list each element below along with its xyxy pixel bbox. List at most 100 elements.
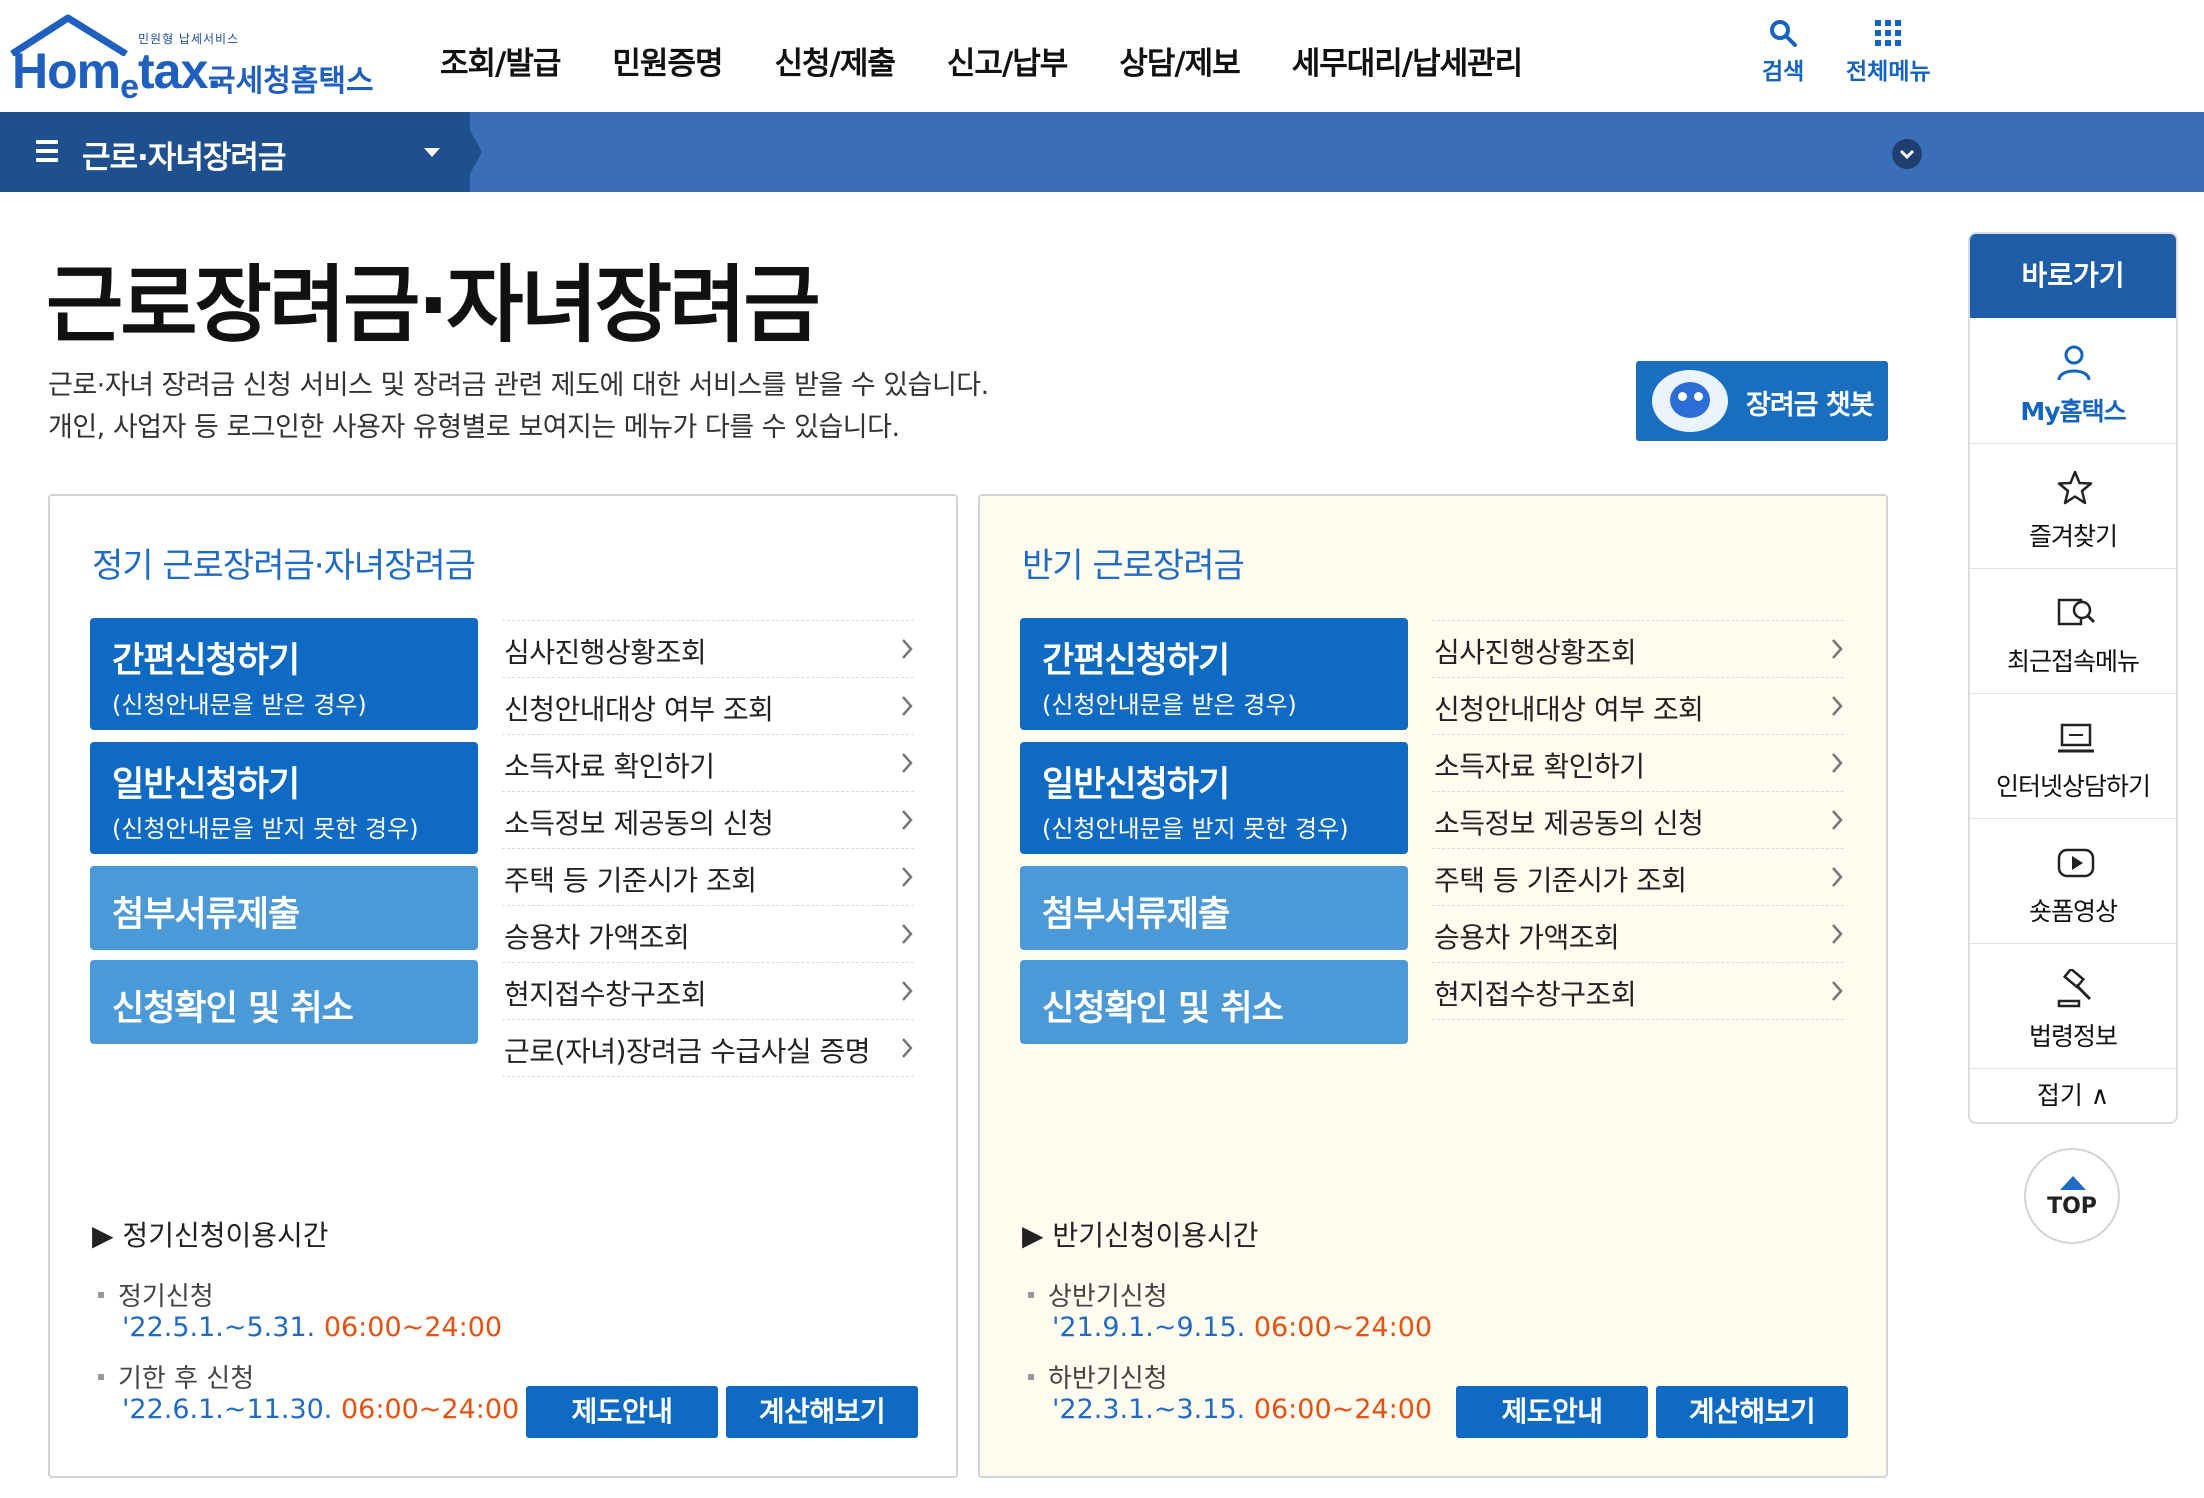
- chatbot-label: 장려금 챗봇: [1746, 390, 1875, 421]
- all-menu-label: 전체메뉴: [1846, 59, 1931, 85]
- submit-documents-button[interactable]: 첨부서류제출: [1020, 866, 1408, 950]
- submit-documents-label: 첨부서류제출: [112, 895, 300, 935]
- breadcrumb-arrow: [460, 112, 482, 192]
- hamburger-icon: [36, 140, 58, 164]
- current-menu-title: 근로·자녀장려금: [82, 140, 286, 176]
- quick-menu: 바로가기 My홈택스 즐겨찾기 최근접속메뉴 인터넷상담하기 숏폼영상 법령정보…: [1968, 232, 2178, 1124]
- simple-apply-sublabel: (신청안내문을 받은 경우): [112, 691, 367, 719]
- fold-quick-menu-button[interactable]: 접기 ∧: [1970, 1072, 2176, 1122]
- simple-apply-label: 간편신청하기: [1042, 641, 1230, 681]
- search-icon: [1770, 20, 1798, 47]
- link-label: 승용차 가액조회: [504, 921, 690, 954]
- page-description-line2: 개인, 사업자 등 로그인한 사용자 유형별로 보여지는 메뉴가 다를 수 있습…: [48, 412, 900, 443]
- quick-short-video[interactable]: 숏폼영상: [1970, 818, 2176, 944]
- chevron-right-icon: [902, 867, 913, 887]
- current-menu-selector[interactable]: 근로·자녀장려금: [0, 112, 470, 192]
- usage1-period: '21.9.1.~9.15. 06:00~24:00: [1052, 1312, 1433, 1343]
- simple-apply-label: 간편신청하기: [112, 641, 300, 681]
- link-receipt-certificate[interactable]: 근로(자녀)장려금 수급사실 증명: [502, 1020, 914, 1077]
- quick-law-info[interactable]: 법령정보: [1970, 943, 2176, 1069]
- link-review-status[interactable]: 심사진행상황조회: [502, 621, 914, 678]
- submit-documents-button[interactable]: 첨부서류제출: [90, 866, 478, 950]
- nav-item-inquiry[interactable]: 조회/발급: [440, 38, 561, 83]
- simple-apply-sublabel: (신청안내문을 받은 경우): [1042, 691, 1297, 719]
- usage2-period: '22.6.1.~11.30. 06:00~24:00: [122, 1394, 520, 1425]
- quick-menu-title: 바로가기: [1970, 234, 2176, 318]
- search-label: 검색: [1762, 59, 1805, 85]
- link-label: 소득자료 확인하기: [1434, 750, 1645, 783]
- nav-item-certificates[interactable]: 민원증명: [612, 38, 723, 83]
- system-guide-button[interactable]: 제도안내: [1456, 1386, 1648, 1438]
- quick-my-hometax[interactable]: My홈택스: [1970, 318, 2176, 444]
- scroll-to-top-button[interactable]: TOP: [2024, 1148, 2120, 1244]
- nav-item-filing[interactable]: 신고/납부: [947, 38, 1068, 83]
- calculate-button[interactable]: 계산해보기: [726, 1386, 918, 1438]
- link-eligibility-check[interactable]: 신청안내대상 여부 조회: [502, 678, 914, 735]
- all-menu-button[interactable]: 전체메뉴: [1846, 18, 1931, 86]
- user-icon: [2057, 345, 2091, 381]
- general-apply-label: 일반신청하기: [1042, 765, 1230, 805]
- hometax-logo[interactable]: 민원형 납세서비스 Hometax. 국세청홈택스: [8, 14, 374, 106]
- link-local-office[interactable]: 현지접수창구조회: [1432, 963, 1844, 1020]
- gavel-icon: [2057, 969, 2092, 1008]
- half-year-incentive-panel: 반기 근로장려금 간편신청하기 (신청안내문을 받은 경우) 일반신청하기 (신…: [978, 494, 1888, 1478]
- general-apply-label: 일반신청하기: [112, 765, 300, 805]
- link-label: 신청안내대상 여부 조회: [1434, 693, 1704, 726]
- star-icon: [2057, 470, 2093, 505]
- usage2-period: '22.3.1.~3.15. 06:00~24:00: [1052, 1394, 1433, 1425]
- general-apply-button[interactable]: 일반신청하기 (신청안내문을 받지 못한 경우): [1020, 742, 1408, 854]
- chevron-down-icon: [1899, 149, 1915, 160]
- quick-link-list: 심사진행상황조회 신청안내대상 여부 조회 소득자료 확인하기 소득정보 제공동…: [1432, 620, 1844, 1020]
- link-eligibility-check[interactable]: 신청안내대상 여부 조회: [1432, 678, 1844, 735]
- link-income-consent[interactable]: 소득정보 제공동의 신청: [502, 792, 914, 849]
- search-button[interactable]: 검색: [1762, 18, 1804, 86]
- quick-internet-consult[interactable]: 인터넷상담하기: [1970, 693, 2176, 819]
- link-label: 심사진행상황조회: [1434, 636, 1637, 669]
- submit-documents-label: 첨부서류제출: [1042, 895, 1230, 935]
- link-label: 주택 등 기준시가 조회: [504, 864, 757, 897]
- quick-favorites[interactable]: 즐겨찾기: [1970, 443, 2176, 569]
- quick-recent-menu[interactable]: 최근접속메뉴: [1970, 568, 2176, 694]
- link-income-check[interactable]: 소득자료 확인하기: [502, 735, 914, 792]
- recent-search-icon: [2057, 598, 2096, 626]
- general-apply-sublabel: (신청안내문을 받지 못한 경우): [1042, 815, 1349, 843]
- chevron-right-icon: [902, 753, 913, 773]
- chevron-right-icon: [902, 696, 913, 716]
- chevron-right-icon: [902, 981, 913, 1001]
- link-income-consent[interactable]: 소득정보 제공동의 신청: [1432, 792, 1844, 849]
- nav-item-tax-agent[interactable]: 세무대리/납세관리: [1292, 38, 1523, 83]
- chatbot-button[interactable]: 장려금 챗봇: [1636, 361, 1888, 441]
- system-guide-button[interactable]: 제도안내: [526, 1386, 718, 1438]
- chevron-right-icon: [902, 924, 913, 944]
- nav-item-consult[interactable]: 상담/제보: [1119, 38, 1240, 83]
- simple-apply-button[interactable]: 간편신청하기 (신청안내문을 받은 경우): [1020, 618, 1408, 730]
- simple-apply-button[interactable]: 간편신청하기 (신청안내문을 받은 경우): [90, 618, 478, 730]
- nav-item-application[interactable]: 신청/제출: [775, 38, 896, 83]
- link-local-office[interactable]: 현지접수창구조회: [502, 963, 914, 1020]
- confirm-cancel-label: 신청확인 및 취소: [112, 989, 354, 1029]
- quick-item-label: 숏폼영상: [2028, 897, 2118, 926]
- panel-title: 정기 근로장려금·자녀장려금: [92, 546, 476, 586]
- link-label: 승용차 가액조회: [1434, 921, 1620, 954]
- general-apply-button[interactable]: 일반신청하기 (신청안내문을 받지 못한 경우): [90, 742, 478, 854]
- link-car-value[interactable]: 승용차 가액조회: [1432, 906, 1844, 963]
- sub-navigation-bar: 근로·자녀장려금: [0, 112, 2204, 192]
- confirm-cancel-label: 신청확인 및 취소: [1042, 989, 1284, 1029]
- link-label: 신청안내대상 여부 조회: [504, 693, 774, 726]
- confirm-cancel-button[interactable]: 신청확인 및 취소: [1020, 960, 1408, 1044]
- calculate-button[interactable]: 계산해보기: [1656, 1386, 1848, 1438]
- link-label: 소득자료 확인하기: [504, 750, 715, 783]
- link-house-price[interactable]: 주택 등 기준시가 조회: [502, 849, 914, 906]
- link-review-status[interactable]: 심사진행상황조회: [1432, 621, 1844, 678]
- link-label: 심사진행상황조회: [504, 636, 707, 669]
- confirm-cancel-button[interactable]: 신청확인 및 취소: [90, 960, 478, 1044]
- quick-item-label: 최근접속메뉴: [2006, 647, 2140, 676]
- link-income-check[interactable]: 소득자료 확인하기: [1432, 735, 1844, 792]
- top-header: 민원형 납세서비스 Hometax. 국세청홈택스 조회/발급 민원증명 신청/…: [0, 0, 2204, 112]
- laptop-chat-icon: [2058, 723, 2094, 753]
- link-car-value[interactable]: 승용차 가액조회: [502, 906, 914, 963]
- link-label: 현지접수창구조회: [1434, 978, 1637, 1011]
- link-house-price[interactable]: 주택 등 기준시가 조회: [1432, 849, 1844, 906]
- expand-submenu-button[interactable]: [1892, 139, 1922, 169]
- usage1-period: '22.5.1.~5.31. 06:00~24:00: [122, 1312, 503, 1343]
